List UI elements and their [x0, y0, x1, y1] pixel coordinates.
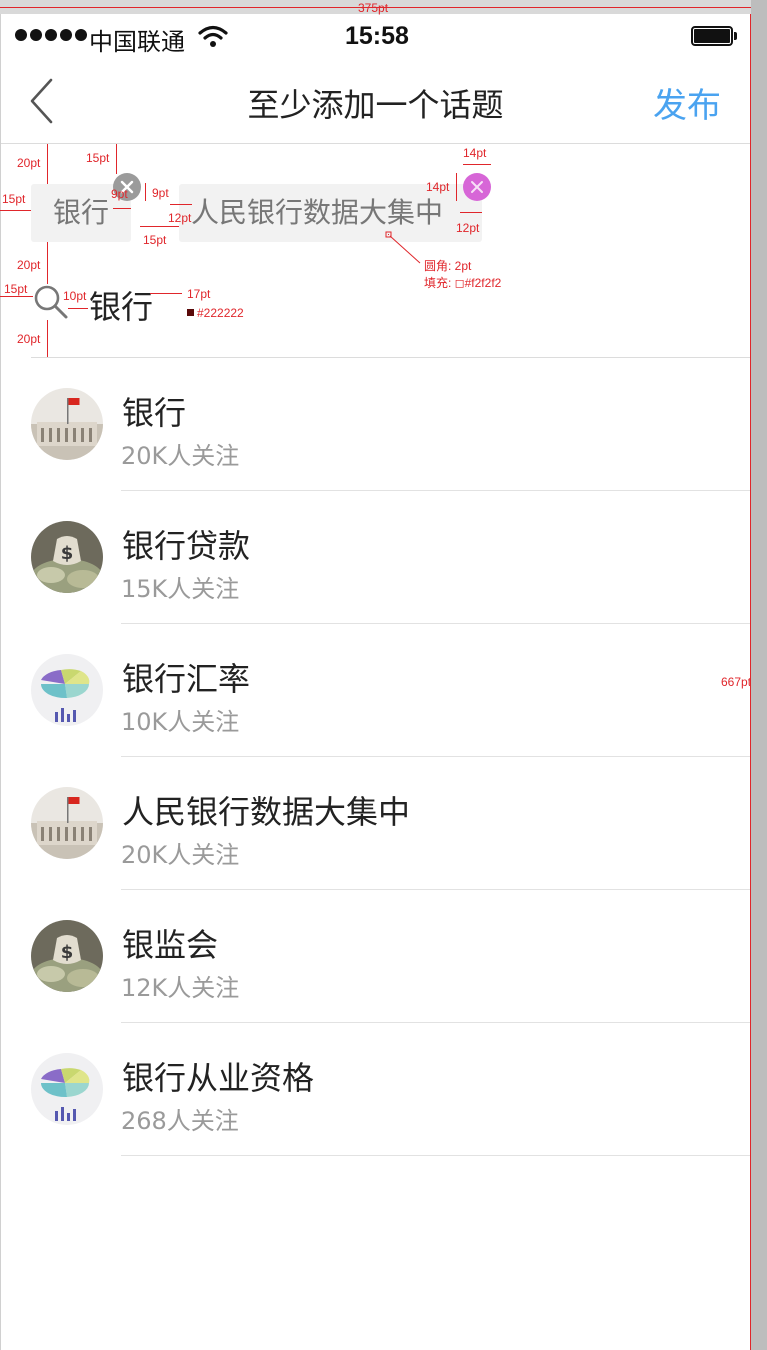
spec-line	[47, 320, 48, 357]
spec-line	[68, 308, 88, 309]
spec-line	[463, 164, 491, 165]
spec-width-label: 375pt	[358, 1, 389, 15]
page-title: 至少添加一个话题	[247, 86, 504, 124]
spec-label: 15pt	[86, 151, 110, 165]
wifi-icon	[198, 25, 228, 47]
topic-followers: 12K人关注	[121, 974, 240, 1002]
navigation-bar: 至少添加一个话题 发布	[1, 60, 750, 144]
spec-label: 14pt	[426, 180, 450, 194]
spec-line	[0, 296, 33, 297]
svg-text:$: $	[61, 942, 74, 963]
spec-label: 15pt	[143, 233, 167, 247]
topic-avatar	[31, 1053, 103, 1125]
topic-name: 银行贷款	[122, 527, 251, 565]
topic-row[interactable]: $ 银监会 12K人关注	[1, 890, 750, 1023]
topic-name: 银行	[122, 394, 187, 432]
signal-strength-icon	[15, 29, 87, 41]
topic-avatar	[31, 787, 103, 859]
topic-row[interactable]: 人民银行数据大集中 20K人关注	[1, 757, 750, 890]
status-bar: 中国联通 15:58	[1, 14, 750, 60]
spec-line	[47, 144, 48, 184]
spec-height-label: 667pt	[721, 675, 752, 689]
search-input[interactable]: 银行	[89, 282, 153, 328]
spec-label: 10pt	[63, 289, 87, 303]
topic-row[interactable]: $ 银行贷款 15K人关注	[1, 491, 750, 624]
spec-leader-line	[385, 231, 421, 264]
spec-label: #222222	[197, 306, 244, 320]
spec-line	[47, 242, 48, 284]
topic-followers: 20K人关注	[121, 841, 240, 869]
topic-avatar	[31, 654, 103, 726]
spec-radius-label: 圆角: 2pt	[424, 259, 472, 273]
topic-name: 人民银行数据大集中	[122, 793, 411, 831]
spec-label: 12pt	[168, 211, 192, 225]
spec-width-line	[0, 7, 751, 8]
selected-tag-label: 银行	[53, 196, 110, 229]
pie-chart-icon	[31, 1053, 103, 1125]
topic-row[interactable]: 银行汇率 10K人关注	[1, 624, 750, 757]
spec-label: 17pt	[187, 287, 211, 301]
topic-name: 银行从业资格	[122, 1059, 315, 1097]
topic-name: 银监会	[122, 926, 219, 964]
spec-label: 9pt	[111, 187, 128, 201]
spec-label: 12pt	[456, 221, 480, 235]
spec-line	[456, 173, 457, 201]
spec-line	[116, 144, 117, 174]
spec-line	[0, 210, 31, 211]
carrier-name: 中国联通	[89, 28, 185, 56]
spec-line	[113, 208, 131, 209]
publish-button[interactable]: 发布	[653, 78, 721, 127]
spec-label: 20pt	[17, 156, 41, 170]
spec-line	[170, 204, 192, 205]
spec-line	[145, 183, 146, 201]
topic-row[interactable]: 银行从业资格 268人关注	[1, 1023, 750, 1156]
money-bag-icon: $	[31, 521, 103, 593]
building-flag-icon	[31, 388, 103, 460]
battery-icon	[691, 26, 737, 46]
svg-text:$: $	[61, 543, 74, 564]
artboard-scrollbar	[751, 0, 767, 1350]
building-flag-icon	[31, 787, 103, 859]
spec-label: 20pt	[17, 258, 41, 272]
topic-followers: 20K人关注	[121, 442, 240, 470]
spec-line	[140, 226, 179, 227]
selected-tag-label: 人民银行数据大集中	[191, 196, 444, 229]
spec-fill-label: 填充: ◻#f2f2f2	[424, 276, 502, 290]
topic-row[interactable]: 银行 20K人关注	[1, 358, 750, 491]
money-bag-icon: $	[31, 920, 103, 992]
topic-name: 银行汇率	[122, 660, 251, 698]
topic-followers: 10K人关注	[121, 708, 240, 736]
spec-label: 15pt	[4, 282, 28, 296]
status-time: 15:58	[345, 22, 409, 50]
remove-tag-icon[interactable]	[463, 173, 491, 201]
pie-chart-icon	[31, 654, 103, 726]
spec-label: 20pt	[17, 332, 41, 346]
spec-line	[150, 293, 182, 294]
spec-label: 15pt	[2, 192, 26, 206]
divider	[121, 1155, 750, 1156]
topic-followers: 268人关注	[121, 1107, 239, 1135]
topic-avatar: $	[31, 521, 103, 593]
spec-label: 14pt	[463, 146, 487, 160]
spec-color-swatch	[187, 309, 194, 316]
topic-avatar: $	[31, 920, 103, 992]
topic-avatar	[31, 388, 103, 460]
spec-label: 9pt	[152, 186, 169, 200]
topic-followers: 15K人关注	[121, 575, 240, 603]
spec-line	[460, 212, 482, 213]
